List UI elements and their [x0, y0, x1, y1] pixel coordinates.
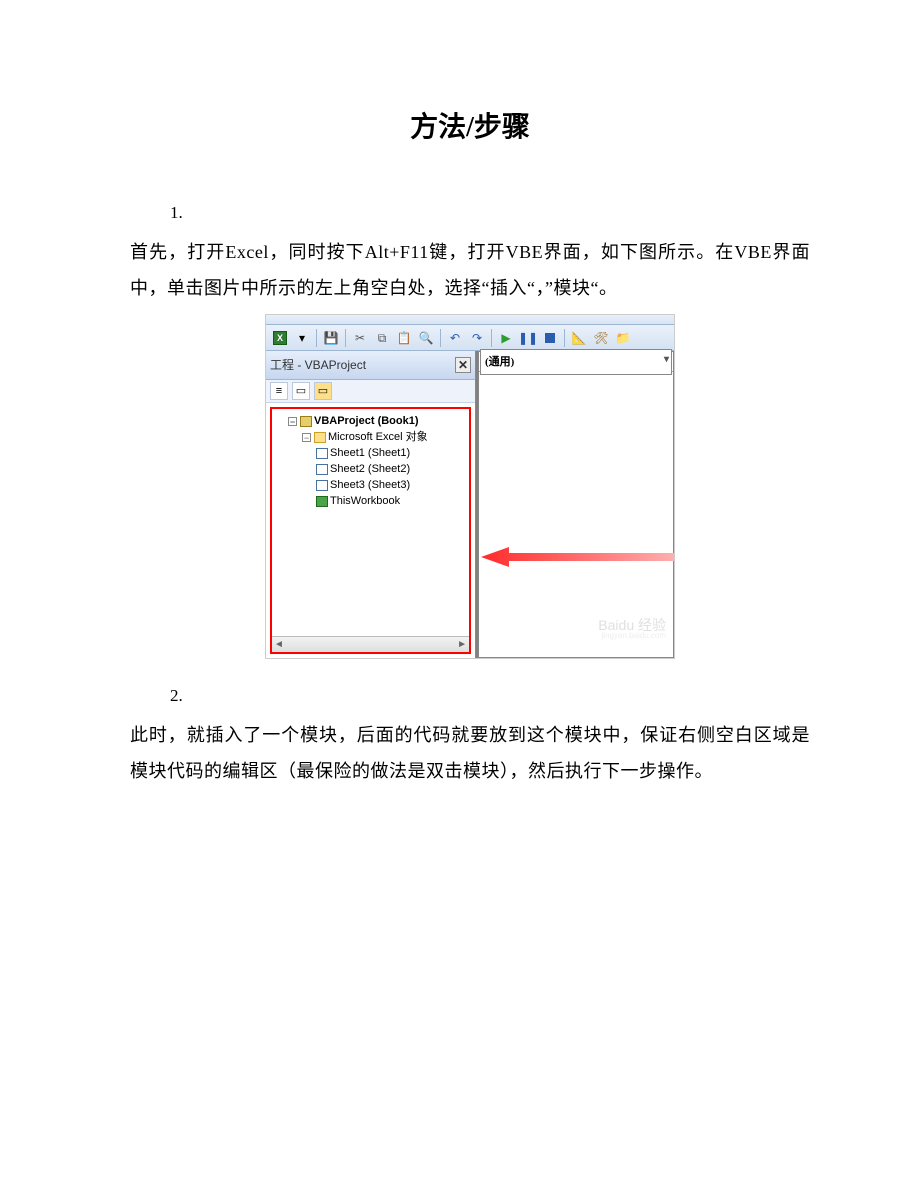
- view-object-icon[interactable]: ▭: [292, 382, 310, 400]
- code-combo-bar: (通用): [479, 352, 673, 372]
- project-explorer-title: 工程 - VBAProject: [270, 353, 366, 377]
- folder-icon: [314, 432, 326, 443]
- project-tree[interactable]: −VBAProject (Book1) −Microsoft Excel 对象 …: [272, 409, 469, 511]
- design-mode-icon[interactable]: 📐: [569, 328, 589, 348]
- toggle-folders-icon[interactable]: ▭: [314, 382, 332, 400]
- sheet-icon: [316, 480, 328, 491]
- sheet-icon: [316, 448, 328, 459]
- project-explorer-icon[interactable]: 📁: [613, 328, 633, 348]
- object-dropdown[interactable]: (通用): [480, 349, 672, 375]
- vbe-main-row: 工程 - VBAProject ✕ ≡ ▭ ▭ −VBAProject (Boo…: [266, 351, 674, 658]
- toolbox-icon[interactable]: 🛠: [591, 328, 611, 348]
- watermark: Baidu 经验 jingyan.baidu.com: [598, 618, 666, 640]
- insert-dropdown-icon[interactable]: ▾: [292, 328, 312, 348]
- cut-icon[interactable]: ✂: [350, 328, 370, 348]
- watermark-sub: jingyan.baidu.com: [598, 632, 666, 640]
- step-1-text: 首先，打开Excel，同时按下Alt+F11键，打开VBE界面，如下图所示。在V…: [130, 234, 810, 306]
- tree-root[interactable]: VBAProject (Book1): [314, 415, 419, 427]
- collapse-icon[interactable]: −: [302, 433, 311, 442]
- horizontal-scrollbar[interactable]: ◄►: [272, 636, 469, 652]
- project-explorer-pane: 工程 - VBAProject ✕ ≡ ▭ ▭ −VBAProject (Boo…: [266, 351, 476, 658]
- watermark-main: Baidu 经验: [598, 618, 666, 632]
- copy-icon[interactable]: ⧉: [372, 328, 392, 348]
- find-icon[interactable]: 🔍: [416, 328, 436, 348]
- excel-icon[interactable]: X: [270, 328, 290, 348]
- toolbar-separator: [316, 329, 317, 347]
- project-icon: [300, 416, 312, 427]
- workbook-icon: [316, 496, 328, 507]
- break-icon[interactable]: ❚❚: [518, 328, 538, 348]
- vbe-toolbar: X ▾ 💾 ✂ ⧉ 📋 🔍 ↶ ↷ ▶ ❚❚ 📐 🛠 📁: [266, 325, 674, 351]
- toolbar-separator: [440, 329, 441, 347]
- step-1-number: 1.: [170, 196, 810, 230]
- vbe-menubar: [266, 315, 674, 325]
- toolbar-separator: [491, 329, 492, 347]
- step-2-text: 此时，就插入了一个模块，后面的代码就要放到这个模块中，保证右侧空白区域是模块代码…: [130, 717, 810, 789]
- vbe-screenshot: X ▾ 💾 ✂ ⧉ 📋 🔍 ↶ ↷ ▶ ❚❚ 📐 🛠 📁: [265, 314, 675, 659]
- tree-item[interactable]: Sheet1 (Sheet1): [330, 447, 410, 459]
- tree-item[interactable]: ThisWorkbook: [330, 495, 400, 507]
- code-window[interactable]: (通用): [478, 351, 674, 658]
- project-explorer-toolbar: ≡ ▭ ▭: [266, 380, 475, 403]
- page-title: 方法/步骤: [130, 100, 810, 156]
- toolbar-separator: [564, 329, 565, 347]
- screenshot-1-wrap: X ▾ 💾 ✂ ⧉ 📋 🔍 ↶ ↷ ▶ ❚❚ 📐 🛠 📁: [130, 314, 810, 659]
- document-page: 方法/步骤 1. 首先，打开Excel，同时按下Alt+F11键，打开VBE界面…: [0, 0, 920, 833]
- step-2-number: 2.: [170, 679, 810, 713]
- undo-icon[interactable]: ↶: [445, 328, 465, 348]
- reset-icon[interactable]: [540, 328, 560, 348]
- redo-icon[interactable]: ↷: [467, 328, 487, 348]
- view-code-icon[interactable]: ≡: [270, 382, 288, 400]
- close-icon[interactable]: ✕: [455, 357, 471, 373]
- run-icon[interactable]: ▶: [496, 328, 516, 348]
- sheet-icon: [316, 464, 328, 475]
- toolbar-separator: [345, 329, 346, 347]
- paste-icon[interactable]: 📋: [394, 328, 414, 348]
- save-icon[interactable]: 💾: [321, 328, 341, 348]
- tree-item[interactable]: Sheet3 (Sheet3): [330, 479, 410, 491]
- code-area: (通用) Baidu 经验 jingyan.baidu.com: [476, 351, 674, 658]
- project-tree-highlight-box: −VBAProject (Book1) −Microsoft Excel 对象 …: [270, 407, 471, 654]
- tree-item[interactable]: Sheet2 (Sheet2): [330, 463, 410, 475]
- project-explorer-title-bar: 工程 - VBAProject ✕: [266, 351, 475, 380]
- collapse-icon[interactable]: −: [288, 417, 297, 426]
- tree-group[interactable]: Microsoft Excel 对象: [328, 431, 428, 443]
